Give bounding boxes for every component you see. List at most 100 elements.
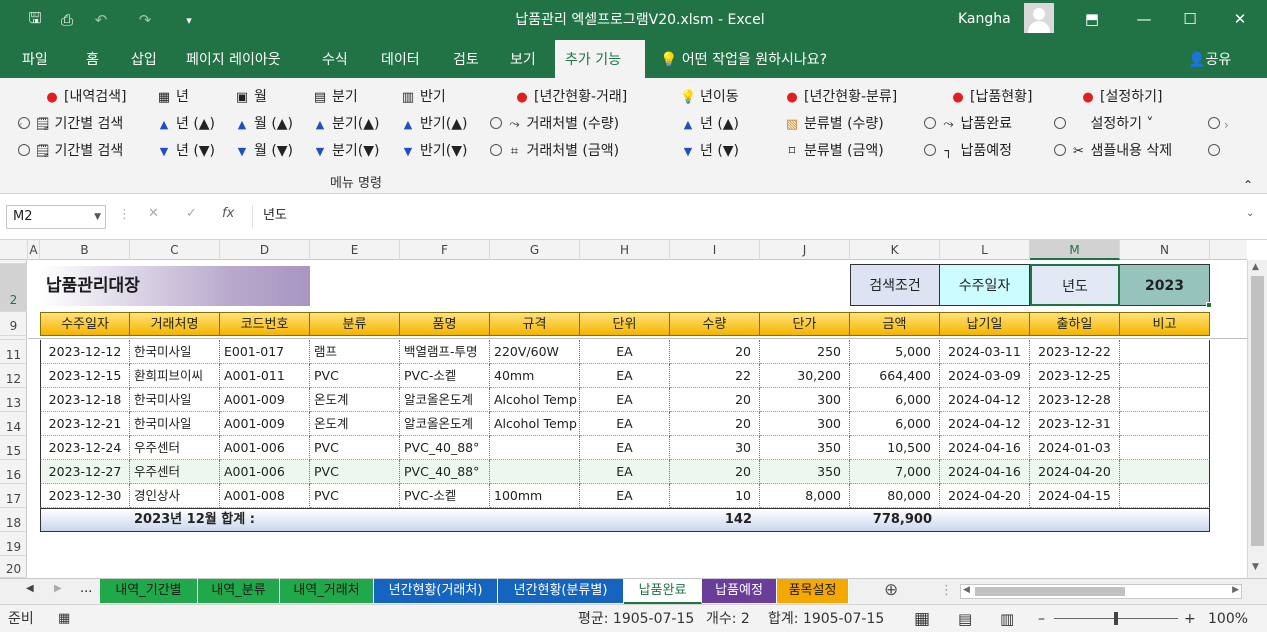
close-icon[interactable]: ✕ xyxy=(1217,0,1263,38)
menu-half-down[interactable]: ▼ 반기(▼) xyxy=(400,140,468,162)
table-cell[interactable]: PVC xyxy=(310,484,400,508)
tab-file[interactable]: 파일 xyxy=(12,40,58,78)
table-cell[interactable]: 6,000 xyxy=(850,388,940,412)
row-header[interactable]: 14 xyxy=(0,412,27,436)
macro-record-icon[interactable]: ▦ xyxy=(58,605,70,632)
menu-settings-dropdown[interactable]: 설정하기 ˅ xyxy=(1054,113,1153,135)
table-cell[interactable]: A001-008 xyxy=(220,484,310,508)
menu-month-up[interactable]: ▲ 월 (▲) xyxy=(234,113,293,135)
table-cell[interactable]: 한국미사일 xyxy=(130,340,220,364)
table-cell[interactable]: 한국미사일 xyxy=(130,412,220,436)
row-header[interactable]: 11 xyxy=(0,340,27,364)
table-cell[interactable]: 2023-12-12 xyxy=(40,340,130,364)
table-cell[interactable]: 10,500 xyxy=(850,436,940,460)
ribbon-display-icon[interactable]: ⬒ xyxy=(1069,0,1115,38)
scroll-left-icon[interactable]: ◀ xyxy=(963,585,970,595)
add-sheet-icon[interactable]: ⊕ xyxy=(884,580,898,600)
table-cell[interactable]: 8,000 xyxy=(760,484,850,508)
table-cell[interactable]: 한국미사일 xyxy=(130,388,220,412)
table-cell[interactable]: Alcohol Temp xyxy=(490,388,580,412)
table-cell[interactable]: 7,000 xyxy=(850,460,940,484)
zoom-thumb[interactable] xyxy=(1114,612,1118,625)
zoom-in-icon[interactable]: + xyxy=(1184,605,1196,632)
fill-handle[interactable] xyxy=(1206,302,1212,308)
table-cell[interactable]: 2024-04-12 xyxy=(940,388,1030,412)
redo-icon[interactable]: ↷ xyxy=(134,9,156,31)
worksheet[interactable]: 납품관리대장 검색조건 수주일자 년도 2023 수주일자 거래처명 코드번호 … xyxy=(28,260,1247,578)
table-cell[interactable]: 온도계 xyxy=(310,412,400,436)
table-cell[interactable]: 2023-12-27 xyxy=(40,460,130,484)
menu-delivered[interactable]: ⤳ 납품완료 xyxy=(924,113,1012,135)
horizontal-scrollbar[interactable]: ◀ ▶ xyxy=(960,584,1242,599)
column-header[interactable]: K xyxy=(850,240,940,260)
menu-scheduled[interactable]: ┐ 납품예정 xyxy=(924,140,1012,162)
table-cell[interactable]: PVC-소켙 xyxy=(400,484,490,508)
table-cell[interactable]: 2023-12-30 xyxy=(40,484,130,508)
table-cell[interactable]: 2023-12-25 xyxy=(1030,364,1120,388)
table-cell[interactable]: 300 xyxy=(760,412,850,436)
column-header-selected[interactable]: M xyxy=(1030,240,1120,260)
table-cell[interactable]: A001-011 xyxy=(220,364,310,388)
tab-insert[interactable]: 삽입 xyxy=(121,40,167,78)
column-header[interactable]: H xyxy=(580,240,670,260)
column-header[interactable]: A xyxy=(28,240,40,260)
select-all-corner[interactable] xyxy=(0,240,28,260)
table-cell[interactable] xyxy=(1120,364,1210,388)
column-header[interactable]: I xyxy=(670,240,760,260)
table-cell[interactable]: 664,400 xyxy=(850,364,940,388)
menu-quarter-down[interactable]: ▼ 분기(▼) xyxy=(312,140,380,162)
row-header[interactable]: 18 xyxy=(0,508,27,532)
scroll-thumb[interactable] xyxy=(1251,276,1264,546)
table-cell[interactable] xyxy=(1120,484,1210,508)
table-cell[interactable]: 온도계 xyxy=(310,388,400,412)
sheet-tab[interactable]: 내역_분류 xyxy=(198,579,280,603)
sheet-tab[interactable]: 년간현황(거래처) xyxy=(374,579,498,603)
tab-view[interactable]: 보기 xyxy=(500,40,546,78)
table-cell[interactable]: PVC-소켙 xyxy=(400,364,490,388)
table-cell[interactable]: 2023-12-28 xyxy=(1030,388,1120,412)
table-cell[interactable]: PVC_40_88° xyxy=(400,436,490,460)
sheet-tab[interactable]: 내역_기간별 xyxy=(100,579,198,603)
page-break-icon[interactable]: ▥ xyxy=(1000,605,1014,632)
undo-icon[interactable]: ↶ xyxy=(90,9,112,31)
table-cell[interactable]: A001-006 xyxy=(220,460,310,484)
table-cell[interactable]: 우주센터 xyxy=(130,436,220,460)
scroll-up-icon[interactable]: ▲ xyxy=(1252,262,1259,272)
menu-category-amount[interactable]: ⌑ 분류별 (금액) xyxy=(784,140,884,162)
table-cell[interactable]: 2024-01-03 xyxy=(1030,436,1120,460)
menu-period-search-2[interactable]: 🗒 기간별 검색 xyxy=(18,140,123,162)
table-cell[interactable] xyxy=(1120,460,1210,484)
table-cell[interactable]: PVC xyxy=(310,460,400,484)
table-cell[interactable]: E001-017 xyxy=(220,340,310,364)
table-cell[interactable]: 20 xyxy=(670,412,760,436)
chevron-down-icon[interactable]: ▼ xyxy=(94,206,101,228)
row-header[interactable]: 16 xyxy=(0,460,27,484)
menu-half[interactable]: ▥ 반기 xyxy=(400,86,446,108)
menu-move-up[interactable]: ▲ 년 (▲) xyxy=(680,113,739,135)
table-cell[interactable]: A001-006 xyxy=(220,436,310,460)
column-header[interactable]: C xyxy=(130,240,220,260)
table-cell[interactable]: 40mm xyxy=(490,364,580,388)
avatar[interactable] xyxy=(1024,3,1054,33)
table-cell[interactable]: EA xyxy=(580,364,670,388)
table-cell[interactable]: A001-009 xyxy=(220,412,310,436)
table-cell[interactable]: PVC xyxy=(310,364,400,388)
table-cell[interactable]: 2024-04-20 xyxy=(1030,460,1120,484)
menu-year-down[interactable]: ▼ 년 (▼) xyxy=(156,140,215,162)
share-button[interactable]: 👤공유 xyxy=(1188,40,1231,78)
table-cell[interactable]: 우주센터 xyxy=(130,460,220,484)
table-cell[interactable]: 램프 xyxy=(310,340,400,364)
sheet-tab[interactable]: 품목설정 xyxy=(777,579,849,603)
search-field-cell[interactable]: 수주일자 xyxy=(940,264,1030,306)
row-header-selected[interactable]: 2 xyxy=(0,264,27,312)
row-header[interactable]: 19 xyxy=(0,532,27,556)
minimize-icon[interactable]: — xyxy=(1121,0,1167,38)
menu-quarter-up[interactable]: ▲ 분기(▲) xyxy=(312,113,380,135)
table-cell[interactable]: EA xyxy=(580,460,670,484)
tab-home[interactable]: 홈 xyxy=(76,40,109,78)
table-cell[interactable] xyxy=(490,436,580,460)
menu-month[interactable]: ▣ 월 xyxy=(234,86,267,108)
table-cell[interactable]: 30,200 xyxy=(760,364,850,388)
column-header[interactable]: N xyxy=(1120,240,1210,260)
extra-radio[interactable] xyxy=(1208,113,1220,135)
